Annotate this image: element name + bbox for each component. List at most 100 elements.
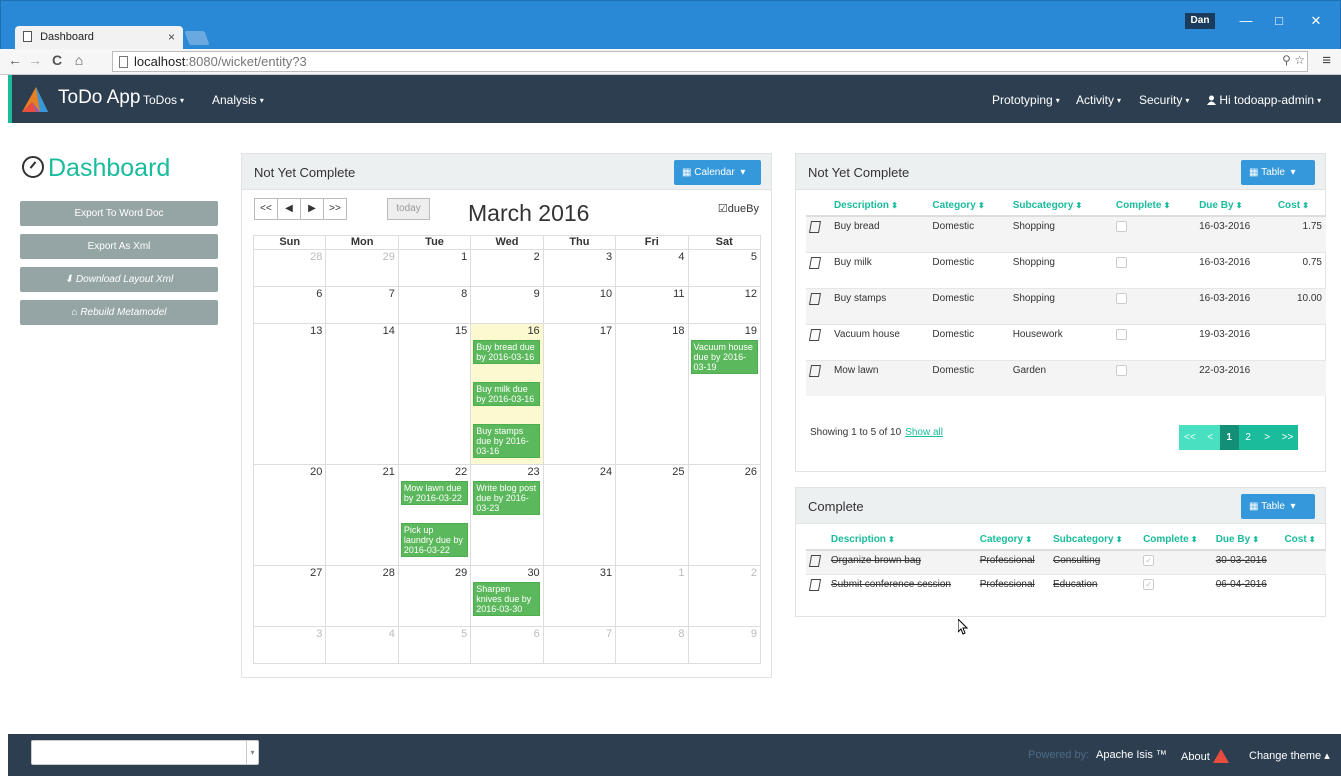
complete-checkbox[interactable]: ✓ <box>1143 555 1155 566</box>
table-row[interactable]: Submit conference session Professional Edu… <box>806 574 1326 598</box>
table-row[interactable]: Vacuum house Domestic Housework 19-03-2016 <box>806 323 1326 360</box>
about-link[interactable]: About <box>1181 749 1229 763</box>
column-header[interactable]: Due By ⬍ <box>1195 196 1274 217</box>
calendar-day-cell[interactable]: 11 <box>616 287 689 324</box>
sort-icon[interactable]: ⬍ <box>1161 201 1171 210</box>
export-xml-button[interactable]: Export As Xml <box>20 234 218 259</box>
calendar-day-cell[interactable]: 5 <box>398 627 472 664</box>
calendar-day-cell[interactable]: 13 <box>254 324 327 465</box>
sort-icon[interactable]: ⬍ <box>1234 201 1243 210</box>
page-link[interactable]: < <box>1200 425 1220 450</box>
calendar-day-cell[interactable]: 21 <box>326 465 399 566</box>
sort-icon[interactable]: ⬍ <box>1307 535 1316 544</box>
sort-icon[interactable]: ⬍ <box>1189 535 1198 544</box>
close-window-icon[interactable]: ✕ <box>1301 13 1331 29</box>
calendar-day-cell[interactable]: 4 <box>616 250 689 287</box>
sort-icon[interactable]: ⬍ <box>889 201 898 210</box>
calendar-day-cell[interactable]: 7 <box>326 287 399 324</box>
url-input[interactable]: localhost:8080/wicket/entity?3 <box>112 51 1308 72</box>
apache-isis-link[interactable]: Apache Isis ™ <box>1096 749 1167 761</box>
calendar-event[interactable]: Buy stamps due by 2016-03-16 <box>473 424 541 458</box>
calendar-day-cell[interactable]: 6 <box>471 627 544 664</box>
zoom-icon[interactable]: ⚲ <box>1282 53 1291 67</box>
complete-checkbox[interactable] <box>1115 221 1127 232</box>
show-all-link[interactable]: Show all <box>905 427 943 438</box>
sort-icon[interactable]: ⬍ <box>1114 535 1123 544</box>
forward-icon[interactable]: → <box>26 52 44 68</box>
export-word-button[interactable]: Export To Word Doc <box>20 201 218 226</box>
table-row[interactable]: Mow lawn Domestic Garden 22-03-2016 <box>806 359 1326 396</box>
table-row[interactable]: Buy bread Domestic Shopping 16-03-2016 1.75 <box>806 215 1326 252</box>
reload-icon[interactable]: C <box>48 52 66 68</box>
calendar-day-cell[interactable]: 22 Mow lawn due by 2016-03-22 Pick up laun… <box>398 465 472 566</box>
sort-icon[interactable]: ⬍ <box>1023 535 1032 544</box>
next-month-button[interactable]: ▶ <box>300 198 324 220</box>
browser-menu-icon[interactable]: ≡ <box>1322 52 1331 69</box>
calendar-day-cell[interactable]: 7 <box>543 627 617 664</box>
calendar-day-cell[interactable]: 1 <box>616 566 689 627</box>
sort-icon[interactable]: ⬍ <box>1073 201 1082 210</box>
calendar-day-cell[interactable]: 9 <box>471 287 544 324</box>
column-header[interactable]: Category ⬍ <box>975 530 1049 551</box>
edit-icon[interactable] <box>808 221 822 233</box>
prev-month-button[interactable]: ◀ <box>277 198 301 220</box>
back-icon[interactable]: ← <box>6 52 24 68</box>
page-link[interactable]: >> <box>1276 425 1299 450</box>
calendar-day-cell[interactable]: 8 <box>616 627 689 664</box>
calendar-day-cell[interactable]: 18 <box>616 324 689 465</box>
maximize-icon[interactable]: □ <box>1264 13 1294 28</box>
calendar-day-cell[interactable]: 1 <box>398 250 472 287</box>
table-row[interactable]: Buy milk Domestic Shopping 16-03-2016 0.75 <box>806 251 1326 288</box>
menu-activity[interactable]: Activity ▾ <box>1076 93 1121 107</box>
sort-icon[interactable]: ⬍ <box>886 535 895 544</box>
column-header[interactable]: Category ⬍ <box>928 196 1009 217</box>
prev-year-button[interactable]: << <box>254 198 278 220</box>
checkbox-icon[interactable]: ☑ <box>718 203 728 215</box>
tab-close-icon[interactable]: × <box>168 30 175 44</box>
menu-analysis[interactable]: Analysis ▾ <box>212 93 264 107</box>
complete-checkbox[interactable] <box>1115 364 1127 376</box>
calendar-day-cell[interactable]: 10 <box>543 287 617 324</box>
calendar-day-cell[interactable]: 2 <box>688 566 761 627</box>
calendar-event[interactable]: Sharpen knives due by 2016-03-30 <box>473 582 541 616</box>
change-theme-menu[interactable]: Change theme ▴ <box>1249 749 1330 762</box>
calendar-event[interactable]: Buy bread due by 2016-03-16 <box>473 340 541 364</box>
page-link[interactable]: << <box>1179 425 1201 450</box>
calendar-day-cell[interactable]: 25 <box>616 465 689 566</box>
table-view-button[interactable]: ▦ Table ▾ <box>1241 494 1315 519</box>
browser-user-badge[interactable]: Dan <box>1185 13 1215 29</box>
column-header[interactable]: Subcategory ⬍ <box>1008 196 1112 217</box>
calendar-day-cell[interactable]: 15 <box>398 324 472 465</box>
page-link[interactable]: 1 <box>1219 425 1239 450</box>
calendar-day-cell[interactable]: 23 Write blog post due by 2016-03-23 <box>471 465 544 566</box>
today-button[interactable]: today <box>387 198 430 220</box>
theme-select[interactable]: ▾ <box>31 740 259 765</box>
calendar-day-cell[interactable]: 26 <box>688 465 761 566</box>
edit-icon[interactable] <box>808 256 822 269</box>
calendar-day-cell[interactable]: 6 <box>254 287 327 324</box>
complete-checkbox[interactable]: ✓ <box>1143 579 1155 590</box>
calendar-day-cell[interactable]: 9 <box>688 627 761 664</box>
calendar-event[interactable]: Mow lawn due by 2016-03-22 <box>400 481 468 505</box>
calendar-day-cell[interactable]: 27 <box>254 566 327 627</box>
column-header[interactable]: Subcategory ⬍ <box>1049 530 1140 551</box>
calendar-day-cell[interactable]: 28 <box>254 250 327 287</box>
column-header[interactable]: Description ⬍ <box>826 530 976 551</box>
edit-icon[interactable] <box>808 555 822 567</box>
minimize-icon[interactable]: — <box>1231 13 1261 28</box>
table-row[interactable]: Buy stamps Domestic Shopping 16-03-2016 10.0… <box>806 287 1326 324</box>
calendar-day-cell[interactable]: 2 <box>471 250 544 287</box>
complete-checkbox[interactable] <box>1115 256 1127 268</box>
calendar-day-cell[interactable]: 17 <box>543 324 617 465</box>
calendar-day-cell[interactable]: 29 <box>326 250 399 287</box>
app-logo-icon[interactable] <box>20 84 50 114</box>
calendar-day-cell[interactable]: 5 <box>688 250 761 287</box>
column-header[interactable]: Complete ⬍ <box>1139 530 1212 551</box>
menu-todos[interactable]: ToDos ▾ <box>143 93 184 107</box>
calendar-event[interactable]: Pick up laundry due by 2016-03-22 <box>400 523 468 557</box>
table-row[interactable]: Organize brown bag Professional Consulting… <box>806 549 1326 575</box>
calendar-day-cell[interactable]: 3 <box>543 250 617 287</box>
download-layout-button[interactable]: ⬇ Download Layout Xml <box>20 267 218 292</box>
menu-security[interactable]: Security ▾ <box>1139 93 1189 107</box>
new-tab-button[interactable] <box>184 31 210 45</box>
